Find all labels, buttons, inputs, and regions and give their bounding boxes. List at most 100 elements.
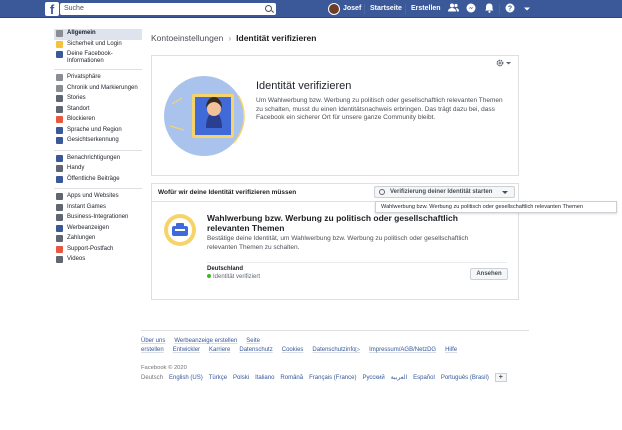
search-icon[interactable] <box>265 5 272 12</box>
breadcrumb: Kontoeinstellungen › Identität verifiziere… <box>151 33 316 43</box>
sidebar-item-blockieren[interactable]: Blockieren <box>54 115 142 126</box>
sidebar-divider <box>54 188 142 189</box>
messenger-icon[interactable] <box>465 3 477 15</box>
sidebar-item-label: Sicherheit und Login <box>67 40 122 47</box>
sidebar-item-sprache-und-region[interactable]: Sprache und Region <box>54 126 142 137</box>
language-option[interactable]: Français (France) <box>309 374 356 382</box>
breadcrumb-account-settings[interactable]: Kontoeinstellungen <box>151 33 223 43</box>
sidebar-item-label: Sprache und Region <box>67 126 122 133</box>
language-option[interactable]: Português (Brasil) <box>441 374 489 382</box>
view-button[interactable]: Ansehen <box>470 268 508 280</box>
sidebar-sprache-und-region-icon <box>56 126 63 134</box>
sidebar-business-integrationen-icon <box>56 214 63 221</box>
sidebar-item-standort[interactable]: Standort <box>54 105 142 116</box>
help-icon[interactable]: ? <box>504 3 516 15</box>
sidebar-privatsphare-icon <box>56 74 63 81</box>
language-option[interactable]: Polski <box>233 374 249 382</box>
sidebar-item-offentliche-beitrage[interactable]: Öffentliche Beiträge <box>54 175 142 186</box>
sidebar-item-sicherheit-und-login[interactable]: Sicherheit und Login <box>54 40 142 51</box>
start-verification-label: Verifizierung deiner Identität starten <box>390 189 493 195</box>
breadcrumb-separator: › <box>228 33 232 43</box>
footer-link[interactable]: Über uns <box>141 338 165 344</box>
card-title: Wahlwerbung bzw. Werbung zu politisch od… <box>207 213 458 233</box>
friends-icon[interactable] <box>447 3 459 15</box>
language-option[interactable]: Русский <box>362 374 384 382</box>
sidebar-offentliche-beitrage-icon <box>56 175 63 183</box>
profile-link[interactable]: Josef <box>343 4 361 14</box>
footer-link[interactable]: Entwickler <box>173 347 200 353</box>
dropdown-option[interactable]: Wahlwerbung bzw. Werbung zu politisch od… <box>375 201 617 213</box>
sidebar-stories-icon <box>56 95 63 102</box>
help-glyph: ? <box>508 6 512 13</box>
sidebar-item-benachrichtigungen[interactable]: Benachrichtigungen <box>54 154 142 165</box>
sidebar-support-postfach-icon <box>56 245 63 253</box>
sidebar-item-label: Werbeanzeigen <box>67 224 109 231</box>
sidebar-item-label: Allgemein <box>67 30 96 36</box>
sidebar-benachrichtigungen-icon <box>56 154 63 162</box>
sidebar-group-apps: Apps und Websites Instant Games Business-I… <box>54 192 142 266</box>
sidebar-item-business-integrationen[interactable]: Business-Integrationen <box>54 213 142 224</box>
account-menu-chevron-down-icon[interactable] <box>521 3 533 15</box>
sidebar-item-support-postfach[interactable]: Support-Postfach <box>54 245 142 256</box>
user-avatar[interactable] <box>328 3 340 15</box>
sidebar-item-label: Benachrichtigungen <box>67 154 121 161</box>
sidebar-item-privatsphare[interactable]: Privatsphäre <box>54 73 142 84</box>
language-option[interactable]: Italiano <box>255 374 274 382</box>
footer-link[interactable]: Impressum/AGB/NetzDG <box>369 347 436 353</box>
sidebar-item-werbeanzeigen[interactable]: Werbeanzeigen <box>54 224 142 235</box>
sidebar-item-chronik-und-markierungen[interactable]: Chronik und Markierungen <box>54 84 142 95</box>
gear-icon[interactable] <box>496 59 512 69</box>
sidebar-sicherheit-und-login-icon <box>56 40 63 48</box>
notifications-icon[interactable] <box>483 3 495 15</box>
language-option[interactable]: Español <box>413 374 435 382</box>
country-label: Deutschland <box>207 266 244 272</box>
sidebar-item-label: Deine Facebook-Informationen <box>67 51 113 64</box>
divider <box>405 4 406 14</box>
sidebar-item-label: Stories <box>67 95 86 101</box>
footer-link[interactable]: Hilfe <box>445 347 457 353</box>
start-verification-button[interactable]: Verifizierung deiner Identität starten <box>374 186 515 198</box>
footer-link[interactable]: Cookies <box>282 347 304 353</box>
language-option[interactable]: Türkçe <box>209 374 227 382</box>
copyright: Facebook © 2020 <box>141 365 187 371</box>
hero-title: Identität verifizieren <box>256 80 352 92</box>
footer-link[interactable]: Datenschutz <box>239 347 272 353</box>
status-dot-icon <box>207 274 211 278</box>
sidebar-item-deine-facebook-informationen[interactable]: Deine Facebook-Informationen <box>54 50 142 66</box>
sidebar-item-label: Standort <box>67 105 90 112</box>
sidebar-item-apps-und-websites[interactable]: Apps und Websites <box>54 192 142 203</box>
footer-link[interactable]: Karriere <box>209 347 230 353</box>
search-input[interactable]: Suche <box>60 3 276 15</box>
sidebar-item-label: Instant Games <box>67 203 107 210</box>
settings-sidebar: Allgemein Sicherheit und Login Deine Faceb… <box>54 29 142 266</box>
sidebar-item-instant-games[interactable]: Instant Games <box>54 203 142 214</box>
sidebar-item-label: Apps und Websites <box>67 193 119 199</box>
sidebar-gesichtserkennung-icon <box>56 137 63 144</box>
section-title: Wofür wir deine Identität verifizieren m… <box>158 189 297 196</box>
sidebar-item-label: Privatsphäre <box>67 74 101 80</box>
more-languages-button[interactable]: + <box>494 373 507 382</box>
sidebar-item-gesichtserkennung[interactable]: Gesichtserkennung <box>54 136 142 147</box>
sidebar-item-allgemein[interactable]: Allgemein <box>54 29 142 40</box>
sidebar-werbeanzeigen-icon <box>56 224 63 232</box>
language-option[interactable]: Română <box>280 374 303 382</box>
home-link[interactable]: Startseite <box>370 4 402 14</box>
sidebar-item-label: Blockieren <box>67 116 96 122</box>
create-link[interactable]: Erstellen <box>411 4 441 14</box>
sidebar-item-label: Support-Postfach <box>67 245 114 252</box>
sidebar-item-label: Gesichtserkennung <box>67 137 119 143</box>
sidebar-item-label: Videos <box>67 256 86 262</box>
sidebar-item-stories[interactable]: Stories <box>54 94 142 105</box>
footer-link[interactable]: Werbeanzeige erstellen <box>174 338 237 344</box>
language-option[interactable]: English (US) <box>169 374 203 382</box>
sidebar-item-handy[interactable]: Handy <box>54 164 142 175</box>
facebook-logo-icon[interactable]: f <box>45 2 59 16</box>
language-option[interactable]: العربية <box>391 374 407 382</box>
search-placeholder: Suche <box>64 5 84 12</box>
footer-link[interactable]: Datenschutzinfo▷ <box>312 347 360 353</box>
sidebar-blockieren-icon <box>56 116 63 123</box>
sidebar-item-label: Handy <box>67 165 85 171</box>
sidebar-item-videos[interactable]: Videos <box>54 255 142 266</box>
sidebar-item-zahlungen[interactable]: Zahlungen <box>54 234 142 245</box>
chevron-down-icon <box>502 191 508 194</box>
